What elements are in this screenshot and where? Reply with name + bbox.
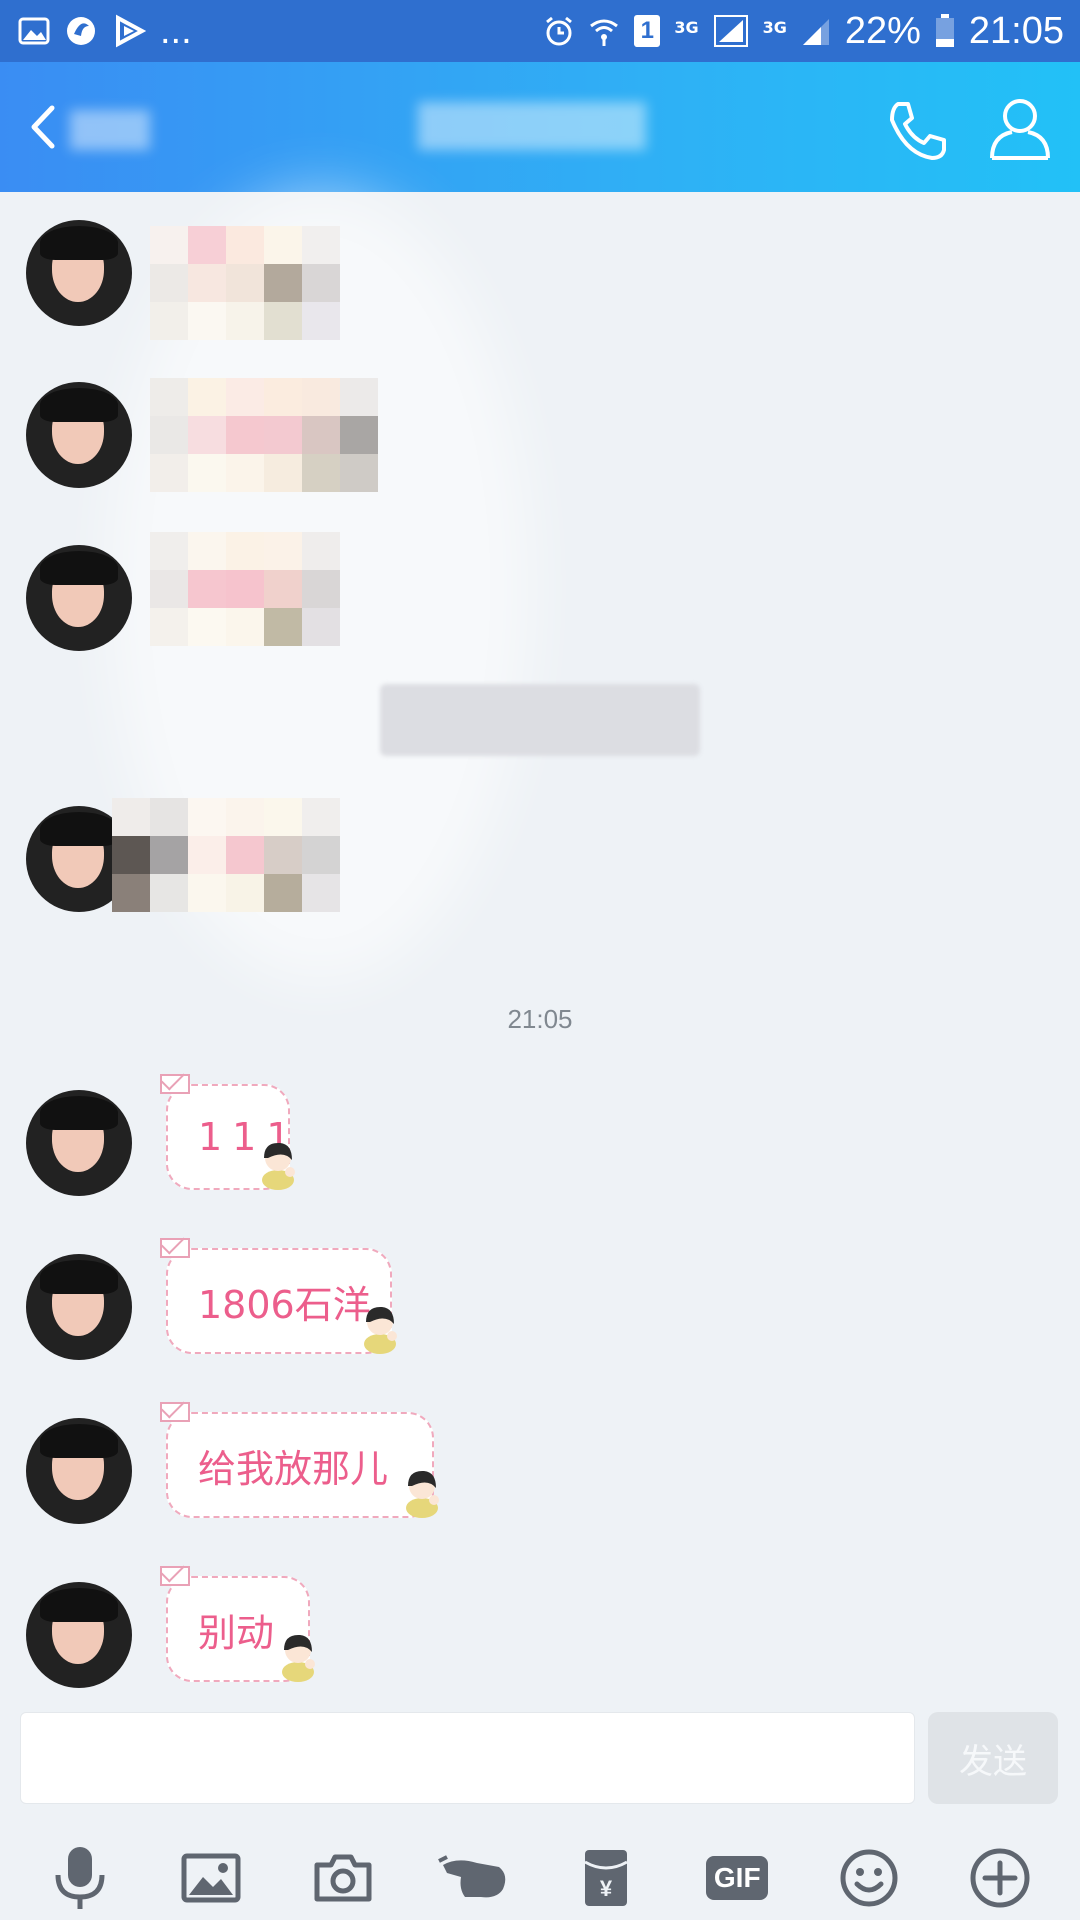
chat-area[interactable]: 21:05 111 1806石洋 给我放那儿 别动	[0, 192, 1080, 1712]
title-bar	[0, 62, 1080, 192]
battery-icon	[935, 14, 955, 48]
signal-icon	[801, 15, 831, 47]
avatar[interactable]	[26, 1254, 132, 1360]
wifi-icon	[588, 15, 620, 47]
gif-button[interactable]: GIF	[695, 1843, 779, 1913]
message-bubble[interactable]: 别动	[160, 1566, 315, 1682]
plus-icon	[970, 1848, 1030, 1908]
status-left: ...	[18, 10, 192, 53]
more-notifications: ...	[160, 9, 192, 52]
avatar[interactable]	[26, 1418, 132, 1524]
network-type-1: 3G	[674, 17, 699, 37]
sim-icon: 1	[634, 15, 661, 47]
camera-icon	[314, 1854, 372, 1902]
message-bubble[interactable]: 给我放那儿	[160, 1402, 439, 1518]
redacted-sticker	[150, 226, 340, 340]
call-button[interactable]	[884, 98, 950, 164]
status-time: 21:05	[968, 9, 1064, 52]
envelope-icon	[160, 1566, 190, 1586]
message-text: 给我放那儿	[198, 1446, 389, 1491]
emoji-icon	[840, 1849, 898, 1907]
bubble-girl-icon	[282, 1634, 315, 1682]
microphone-icon	[55, 1847, 105, 1909]
avatar[interactable]	[26, 1582, 132, 1688]
signal-icon	[713, 14, 749, 48]
message-text: 别动	[198, 1610, 275, 1655]
message-text: 1806石洋	[198, 1282, 371, 1327]
red-packet-icon: ¥	[584, 1850, 628, 1906]
avatar[interactable]	[26, 545, 132, 651]
bubble-girl-icon	[262, 1142, 295, 1190]
gif-icon: GIF	[706, 1856, 769, 1900]
back-icon	[31, 105, 55, 149]
message-bubble[interactable]: 111	[160, 1074, 295, 1190]
voice-button[interactable]	[38, 1843, 122, 1913]
redacted-sticker	[150, 378, 378, 492]
envelope-icon	[160, 1074, 190, 1094]
red-packet-button[interactable]: ¥	[564, 1843, 648, 1913]
send-button[interactable]: 发送	[928, 1712, 1058, 1804]
play-icon	[112, 14, 146, 48]
poke-button[interactable]	[432, 1843, 516, 1913]
composer: 发送 ¥ GIF	[0, 1712, 1080, 1920]
contact-title	[418, 102, 646, 150]
gallery-icon	[18, 16, 50, 46]
bubble-girl-icon	[364, 1306, 397, 1354]
redacted-bubble	[380, 684, 700, 756]
browser-icon	[64, 14, 98, 48]
poke-icon	[438, 1855, 506, 1898]
redacted-sticker	[150, 532, 340, 646]
image-button[interactable]	[169, 1843, 253, 1913]
phone-icon	[890, 102, 946, 160]
profile-icon	[990, 99, 1050, 160]
status-bar: ... 1 3G 3G 22% 21:05	[0, 0, 1080, 62]
battery-percent: 22%	[844, 9, 921, 52]
image-icon	[181, 1853, 241, 1903]
status-right: 1 3G 3G 22% 21:05	[544, 10, 1064, 53]
envelope-icon	[160, 1238, 190, 1258]
avatar[interactable]	[26, 220, 132, 326]
redacted-nickname	[70, 110, 150, 150]
message-input[interactable]	[20, 1712, 915, 1804]
redacted-sticker	[112, 798, 340, 912]
message-timestamp: 21:05	[507, 1004, 573, 1034]
message-bubble[interactable]: 1806石洋	[160, 1238, 397, 1354]
more-button[interactable]	[958, 1843, 1042, 1913]
camera-button[interactable]	[301, 1843, 385, 1913]
bubble-girl-icon	[406, 1470, 439, 1518]
avatar[interactable]	[26, 382, 132, 488]
envelope-icon	[160, 1402, 190, 1422]
back-button[interactable]	[20, 102, 70, 152]
profile-button[interactable]	[988, 96, 1052, 162]
network-type-2: 3G	[762, 17, 787, 37]
avatar[interactable]	[26, 1090, 132, 1196]
composer-toolbar: ¥ GIF	[0, 1836, 1080, 1920]
alarm-icon	[544, 15, 574, 47]
emoji-button[interactable]	[827, 1843, 911, 1913]
svg-text:¥: ¥	[600, 1876, 613, 1901]
